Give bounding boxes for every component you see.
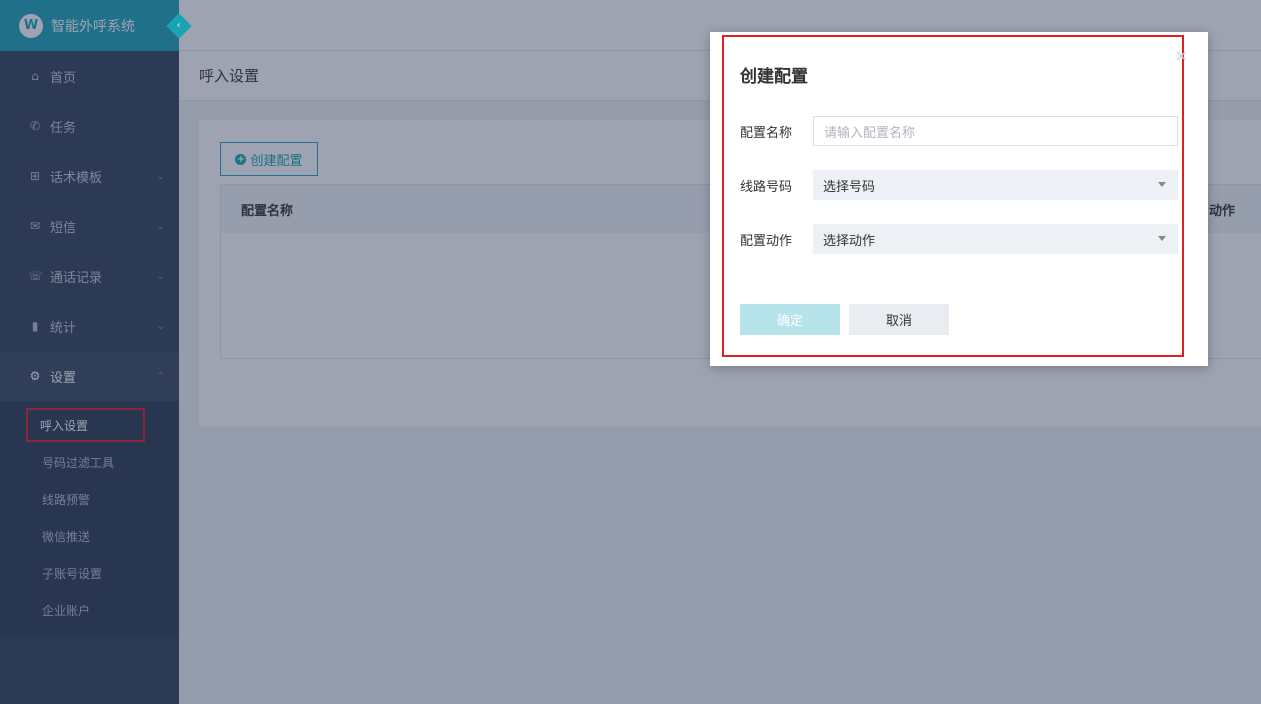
- chevron-left-icon: ‹: [177, 20, 181, 31]
- config-action-select[interactable]: 选择动作: [813, 224, 1178, 254]
- line-number-label: 线路号码: [740, 179, 793, 195]
- form-row-action: 配置动作 选择动作: [740, 224, 1178, 254]
- config-action-label: 配置动作: [740, 233, 793, 249]
- line-number-select[interactable]: 选择号码: [813, 170, 1178, 200]
- caret-down-icon: [1158, 182, 1166, 187]
- close-icon[interactable]: ×: [1175, 46, 1188, 65]
- form-row-line: 线路号码 选择号码: [740, 170, 1178, 200]
- create-config-dialog: 创建配置 × 配置名称 请输入配置名称 线路号码 选择号码 配置动作 选择动作 …: [710, 32, 1208, 366]
- config-action-value: 选择动作: [823, 233, 876, 249]
- config-name-label: 配置名称: [740, 125, 793, 141]
- confirm-button[interactable]: 确定: [740, 304, 840, 335]
- cancel-button[interactable]: 取消: [849, 304, 949, 335]
- caret-down-icon: [1158, 236, 1166, 241]
- form-row-name: 配置名称 请输入配置名称: [740, 116, 1178, 146]
- config-name-input[interactable]: 请输入配置名称: [813, 116, 1178, 146]
- dialog-title: 创建配置: [740, 67, 808, 87]
- line-number-value: 选择号码: [823, 179, 876, 195]
